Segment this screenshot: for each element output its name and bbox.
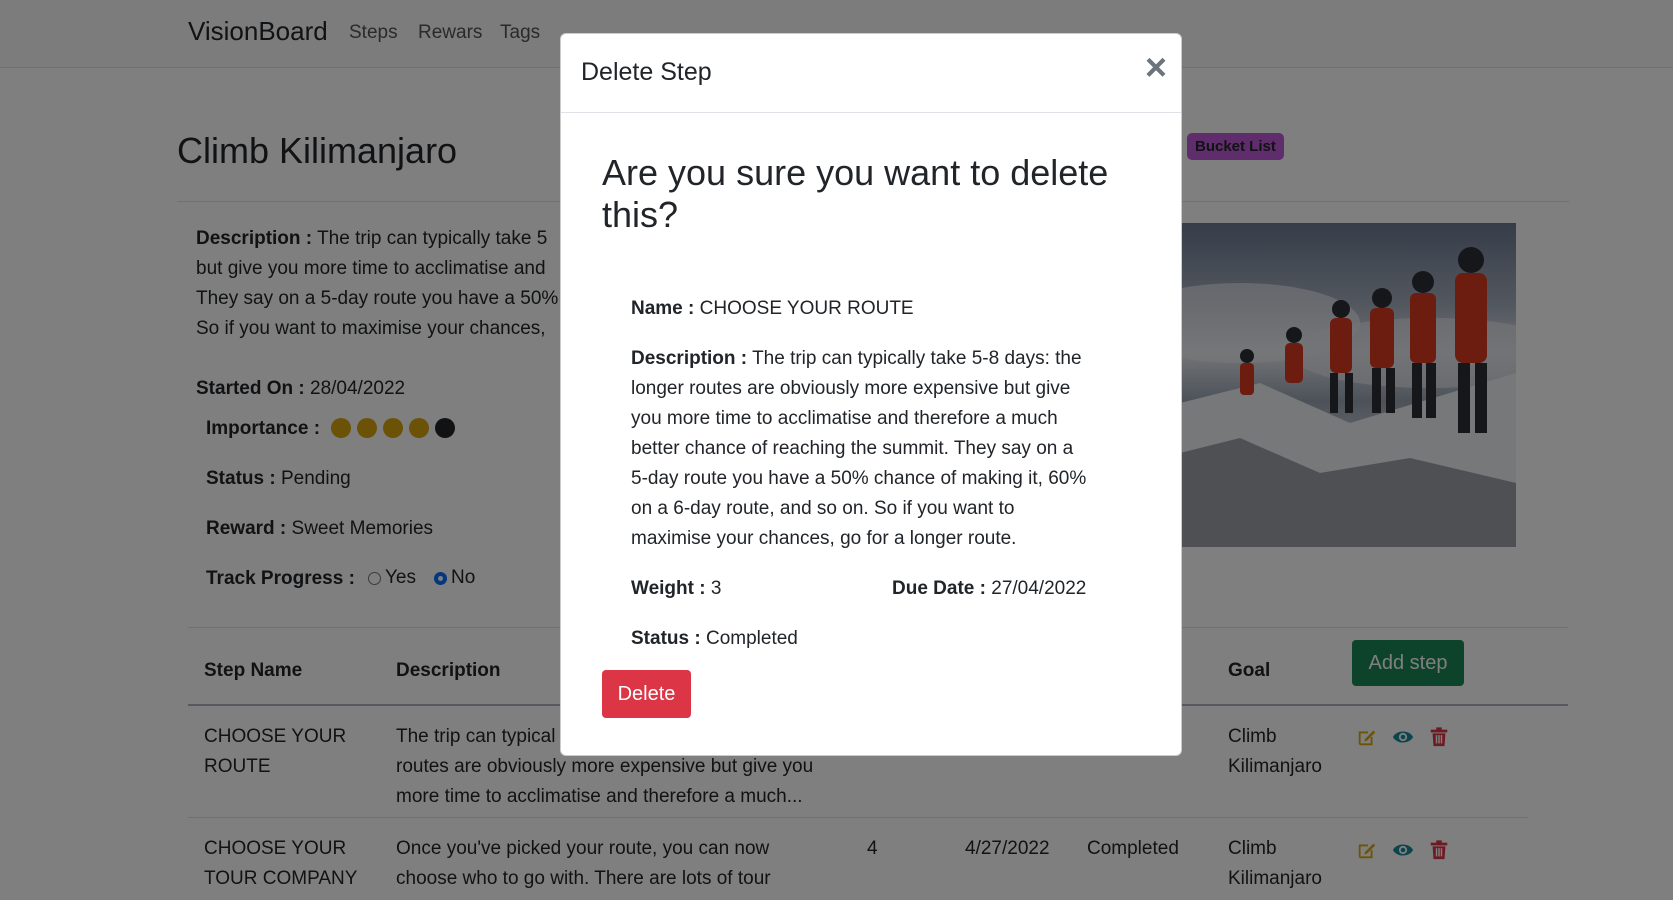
confirm-heading: Are you sure you want to delete this? <box>602 152 1109 235</box>
delete-step-modal: Delete Step × Are you sure you want to d… <box>560 33 1182 756</box>
weight-label: Weight : <box>631 578 706 599</box>
weight-value: 3 <box>710 578 722 599</box>
status-detail: Status : Completed <box>631 624 798 654</box>
status-label: Status : <box>631 628 701 649</box>
modal-description-line-4: better chance of reaching the summit. Th… <box>631 438 1074 459</box>
due-date-value: 27/04/2022 <box>991 578 1087 599</box>
modal-description-line-5: 5-day route you have a 50% chance of mak… <box>631 468 1087 489</box>
status-value: Completed <box>705 628 798 649</box>
modal-description-line-3: you more time to acclimatise and therefo… <box>631 408 1058 429</box>
description-text: The trip can typically take 5-8 days: th… <box>752 348 1082 369</box>
close-icon[interactable]: × <box>1139 49 1173 87</box>
weight-detail: Weight : 3 <box>631 574 721 604</box>
modal-header: Delete Step × <box>561 34 1181 113</box>
modal-description-line-2: longer routes are obviously more expensi… <box>631 378 1071 399</box>
delete-button[interactable]: Delete <box>602 670 691 718</box>
modal-description-line-6: on a 6-day route, and so on. So if you w… <box>631 498 1015 519</box>
step-name-detail: Name : CHOOSE YOUR ROUTE <box>631 294 914 324</box>
due-date-label: Due Date : <box>892 578 986 599</box>
name-value: CHOOSE YOUR ROUTE <box>699 298 914 319</box>
name-label: Name : <box>631 298 695 319</box>
description-label: Description : <box>631 348 748 369</box>
modal-description-line-1: Description : The trip can typically tak… <box>631 344 1082 374</box>
modal-description-line-7: maximise your chances, go for a longer r… <box>631 528 1017 549</box>
due-date-detail: Due Date : 27/04/2022 <box>892 574 1086 604</box>
modal-title: Delete Step <box>581 58 712 86</box>
